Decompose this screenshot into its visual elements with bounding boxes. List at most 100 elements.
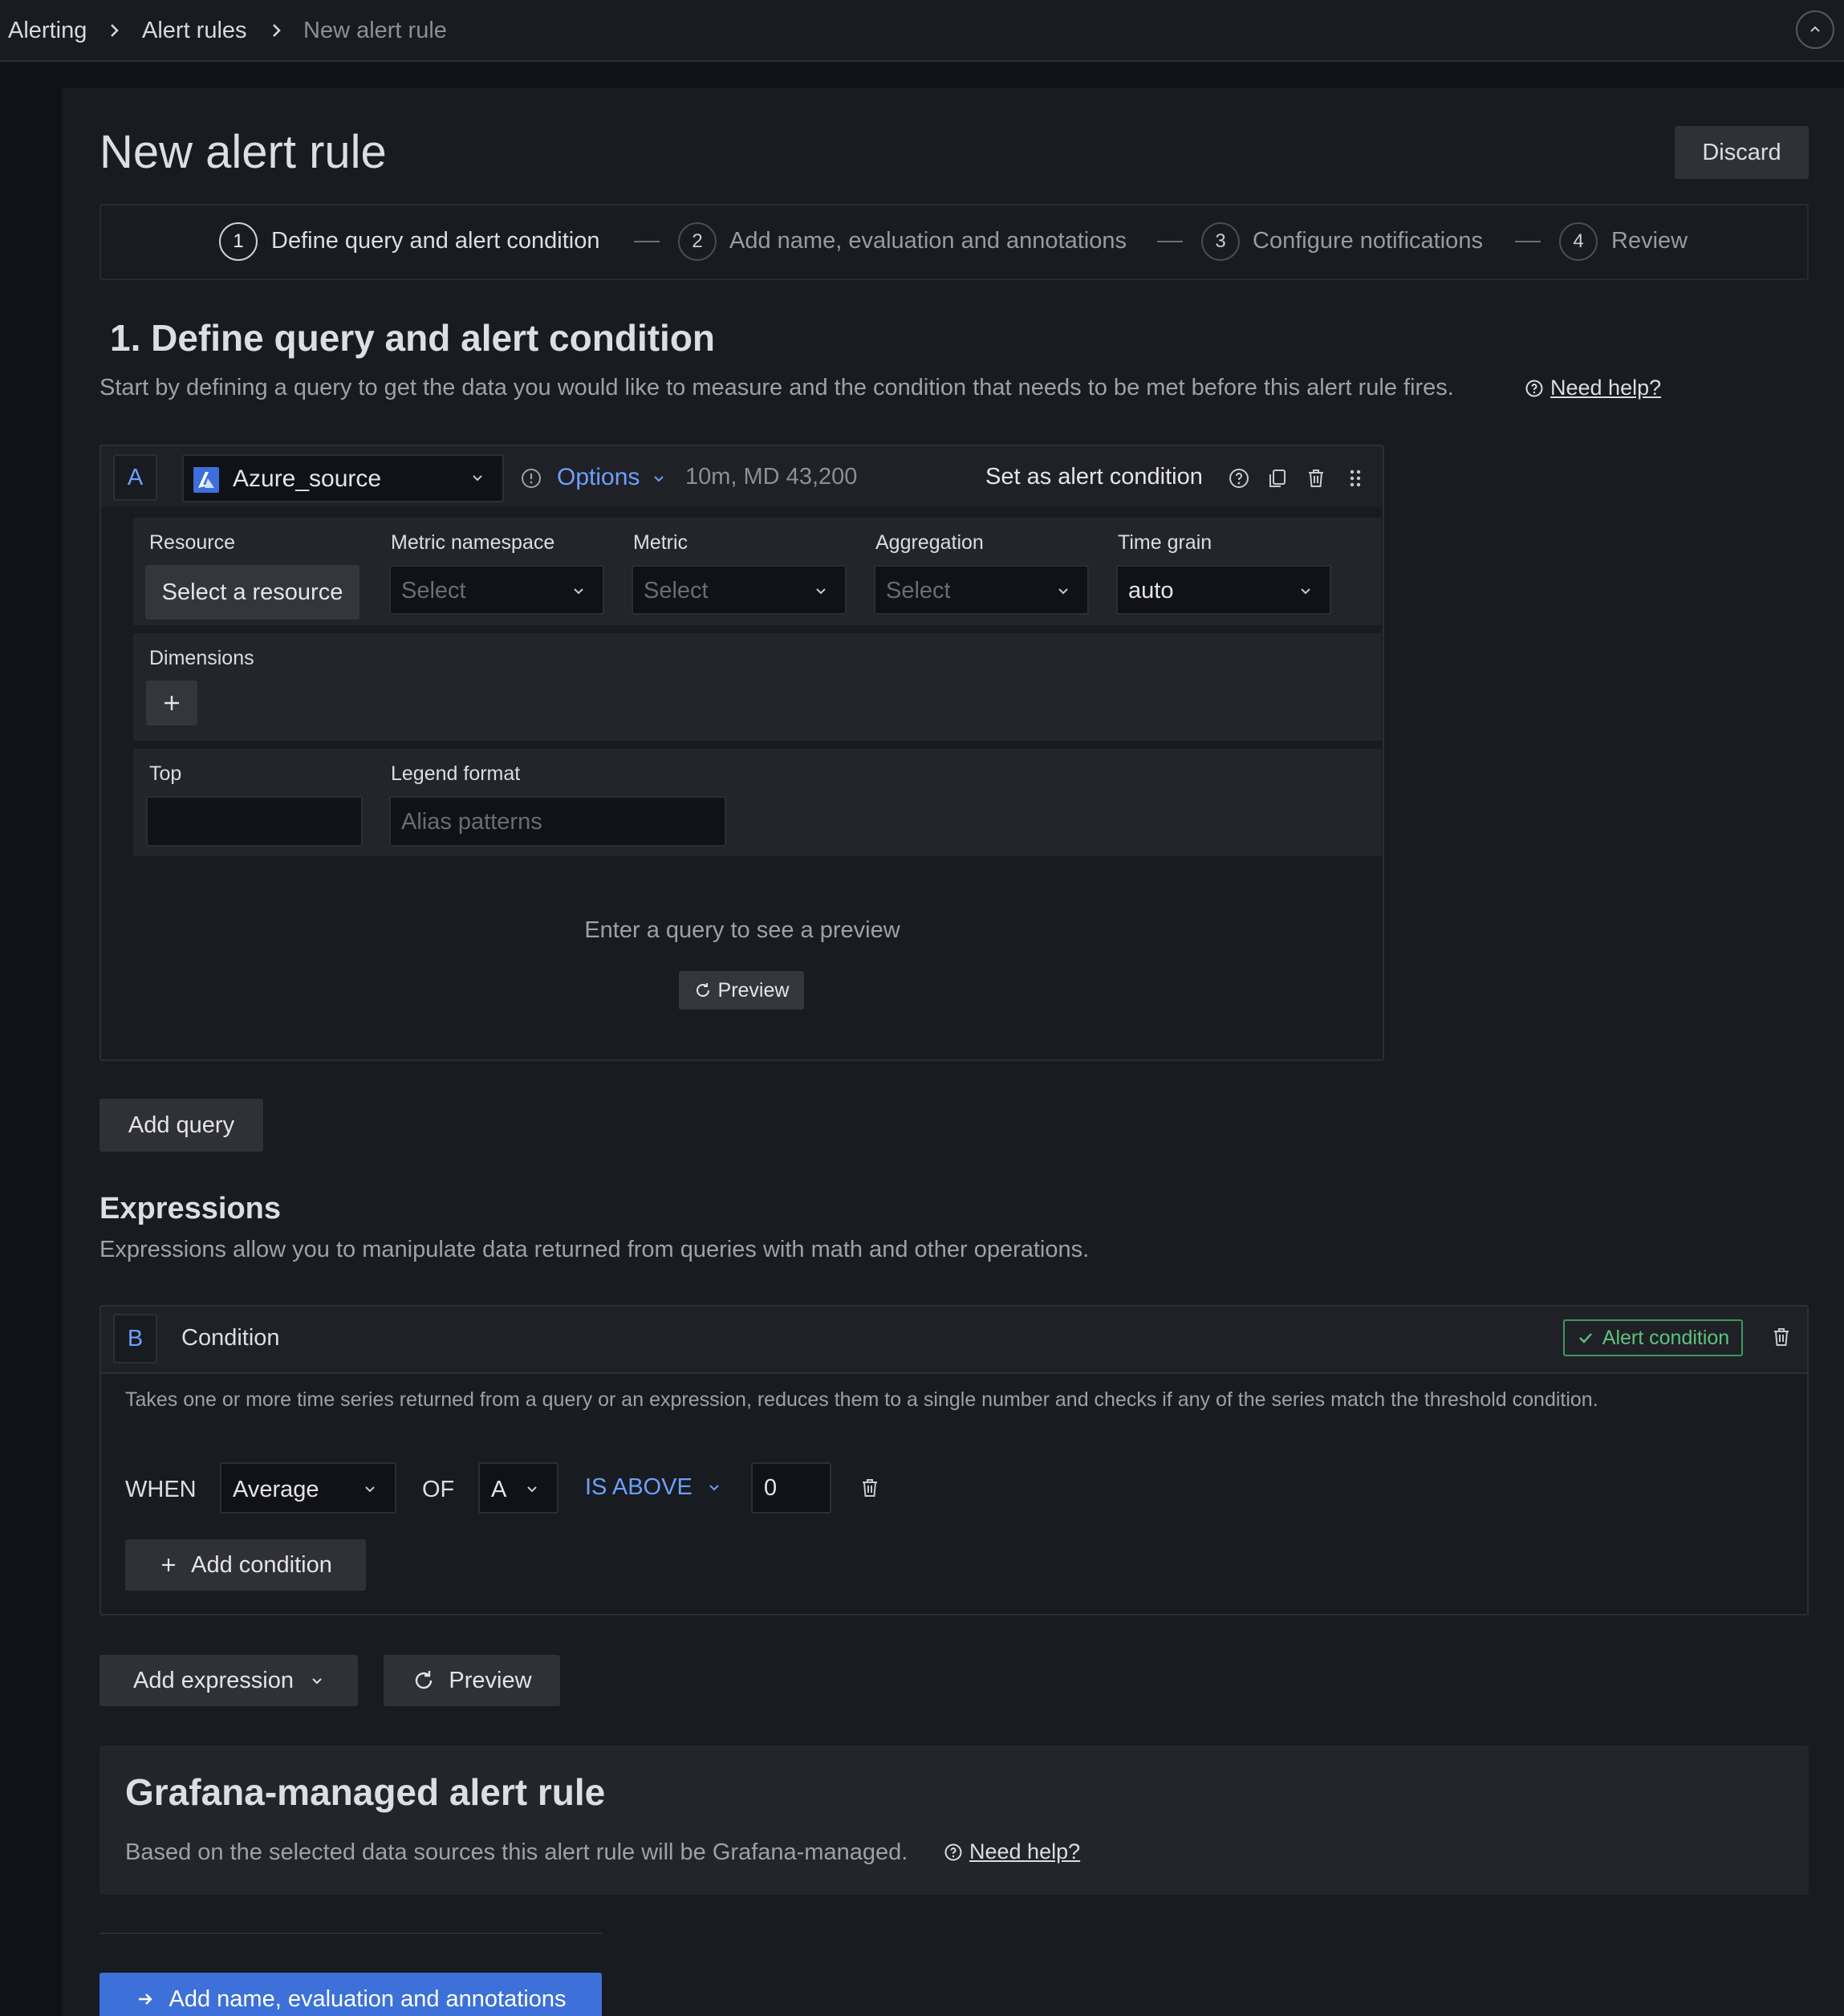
condition-header	[101, 1307, 1807, 1374]
step-2-number[interactable]: 2	[678, 222, 717, 261]
question-circle-icon[interactable]	[1228, 467, 1250, 490]
step-2-label[interactable]: Add name, evaluation and annotations	[729, 228, 1127, 254]
divider	[100, 1933, 602, 1934]
chevron-down-icon	[363, 1482, 377, 1496]
collapse-header-button[interactable]	[1796, 10, 1834, 49]
chevron-right-icon	[108, 21, 121, 40]
set-alert-condition-button[interactable]: Set as alert condition	[985, 464, 1203, 490]
chevron-down-icon	[312, 1678, 322, 1685]
add-condition-button[interactable]: Add condition	[125, 1539, 366, 1591]
aggregation-label: Aggregation	[875, 531, 984, 554]
select-resource-button[interactable]: Select a resource	[145, 565, 359, 620]
grafana-managed-description: Based on the selected data sources this …	[125, 1839, 908, 1865]
metric-placeholder: Select	[644, 578, 709, 604]
section-description: Start by defining a query to get the dat…	[100, 375, 1454, 400]
alert-condition-badge-label: Alert condition	[1602, 1326, 1730, 1349]
threshold-value: 0	[764, 1475, 778, 1501]
refresh-icon	[696, 983, 709, 997]
section-title: 1. Define query and alert condition	[110, 317, 716, 359]
top-label: Top	[149, 762, 182, 785]
query-options-toggle[interactable]: Options	[557, 464, 640, 491]
plus-icon	[164, 696, 179, 710]
step-3-number[interactable]: 3	[1201, 222, 1240, 261]
expressions-title: Expressions	[100, 1192, 281, 1225]
chevron-down-icon	[525, 1482, 539, 1496]
chevron-down-icon	[1298, 583, 1313, 598]
query-preview-label: Preview	[717, 978, 790, 1002]
step-1-label[interactable]: Define query and alert condition	[271, 228, 599, 254]
legend-format-label: Legend format	[391, 762, 521, 785]
need-help-link[interactable]: Need help?	[1550, 376, 1661, 400]
when-label: WHEN	[125, 1477, 197, 1502]
query-ref-label[interactable]: A	[113, 454, 157, 501]
plus-icon	[162, 1559, 176, 1571]
datasource-name: Azure_source	[233, 465, 382, 492]
next-step-label: Add name, evaluation and annotations	[169, 1986, 567, 2012]
chevron-down-icon	[707, 1480, 721, 1494]
condition-description: Takes one or more time series returned f…	[125, 1388, 1598, 1411]
trash-icon[interactable]	[1305, 467, 1327, 490]
breadcrumb-alert-rules[interactable]: Alert rules	[142, 18, 247, 44]
add-condition-label: Add condition	[191, 1551, 332, 1578]
page-title: New alert rule	[100, 126, 387, 178]
metric-namespace-placeholder: Select	[401, 578, 466, 604]
add-dimension-button[interactable]	[146, 681, 197, 726]
breadcrumb-alerting[interactable]: Alerting	[8, 18, 87, 44]
preview-label: Preview	[449, 1667, 532, 1693]
copy-icon[interactable]	[1266, 467, 1289, 490]
discard-button[interactable]: Discard	[1675, 126, 1809, 179]
grafana-managed-title: Grafana-managed alert rule	[125, 1771, 606, 1813]
query-options-summary: 10m, MD 43,200	[685, 464, 858, 490]
step-separator	[1515, 241, 1541, 242]
reducer-value: Average	[233, 1477, 319, 1502]
chevron-right-icon	[270, 21, 283, 40]
threshold-input[interactable]	[751, 1462, 831, 1514]
legend-format-placeholder: Alias patterns	[401, 809, 542, 835]
chevron-down-icon	[814, 583, 828, 598]
of-label: OF	[422, 1477, 455, 1502]
step-4-label[interactable]: Review	[1611, 228, 1688, 254]
evaluator-select[interactable]: IS ABOVE	[585, 1474, 693, 1501]
drag-handle-icon[interactable]	[1344, 467, 1367, 490]
expressions-description: Expressions allow you to manipulate data…	[100, 1237, 1090, 1262]
step-4-number[interactable]: 4	[1559, 222, 1598, 261]
refresh-icon	[416, 1671, 433, 1689]
check-icon	[1578, 1333, 1592, 1343]
time-grain-value: auto	[1128, 578, 1174, 604]
step-separator	[634, 241, 660, 242]
step-3-label[interactable]: Configure notifications	[1253, 228, 1483, 254]
breadcrumb-current: New alert rule	[303, 18, 447, 43]
aggregation-placeholder: Select	[886, 578, 951, 604]
add-expression-button[interactable]: Add expression	[100, 1655, 358, 1706]
add-query-button[interactable]: Add query	[100, 1099, 263, 1152]
query-ref-value: A	[491, 1477, 507, 1502]
trash-icon[interactable]	[859, 1477, 881, 1499]
step-1-number[interactable]: 1	[219, 222, 258, 261]
alert-condition-badge[interactable]: Alert condition	[1563, 1319, 1743, 1356]
query-ref-select[interactable]	[478, 1462, 558, 1514]
chevron-down-icon	[652, 471, 666, 486]
dimensions-label: Dimensions	[149, 647, 254, 669]
question-circle-icon	[944, 1843, 963, 1862]
condition-ref-label[interactable]: B	[113, 1314, 157, 1364]
info-circle-icon	[520, 467, 542, 490]
step-separator	[1157, 241, 1183, 242]
azure-logo-icon	[193, 467, 219, 493]
dimensions-row	[133, 633, 1382, 741]
metric-namespace-label: Metric namespace	[391, 531, 555, 554]
trash-icon[interactable]	[1770, 1326, 1793, 1348]
query-preview-button[interactable]: Preview	[679, 971, 804, 1010]
add-expression-label: Add expression	[133, 1667, 294, 1693]
preview-button[interactable]: Preview	[384, 1655, 560, 1706]
chevron-down-icon	[1056, 583, 1070, 598]
top-input[interactable]	[146, 796, 363, 847]
chevron-down-icon	[571, 583, 586, 598]
time-grain-label: Time grain	[1118, 531, 1212, 554]
grafana-managed-help-link[interactable]: Need help?	[969, 1839, 1080, 1864]
question-circle-icon	[1525, 379, 1544, 398]
chevron-down-icon	[470, 470, 485, 485]
grafana-managed-card	[100, 1746, 1809, 1895]
resource-label: Resource	[149, 531, 235, 554]
next-step-button[interactable]: Add name, evaluation and annotations	[100, 1973, 602, 2016]
preview-empty-message: Enter a query to see a preview	[584, 917, 900, 943]
